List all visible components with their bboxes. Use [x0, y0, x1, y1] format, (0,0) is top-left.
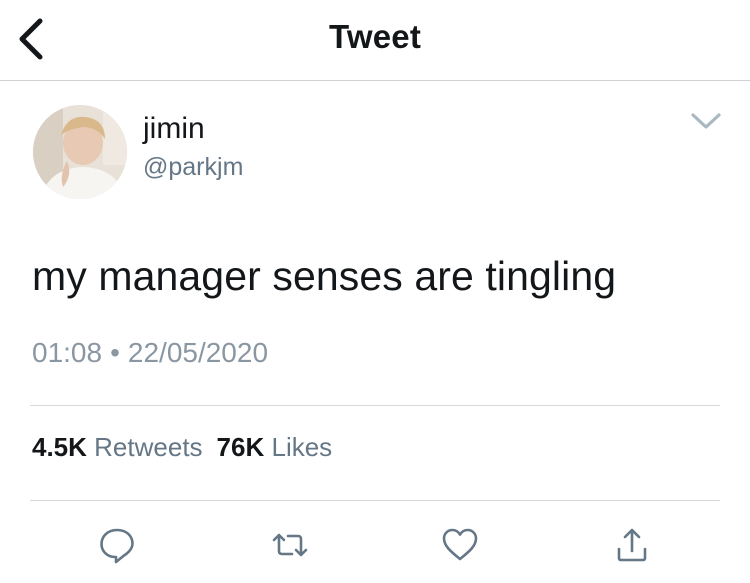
- reply-button[interactable]: [97, 525, 137, 565]
- page-title: Tweet: [328, 18, 422, 55]
- heart-icon: [442, 528, 478, 561]
- share-button[interactable]: [612, 525, 652, 565]
- engagement-stats: 4.5K Retweets 76K Likes: [32, 432, 332, 463]
- stats-divider-top: [30, 405, 720, 406]
- header-bar: Tweet: [0, 0, 750, 80]
- tweet-timestamp[interactable]: 01:08 • 22/05/2020: [32, 337, 268, 369]
- timestamp-separator: •: [110, 337, 120, 368]
- retweets-stat[interactable]: 4.5K Retweets: [32, 432, 203, 462]
- avatar[interactable]: [33, 105, 127, 199]
- likes-count: 76K: [216, 432, 265, 462]
- chevron-down-icon: [691, 113, 721, 129]
- header-divider: [0, 80, 750, 81]
- display-name[interactable]: jimin: [143, 112, 205, 146]
- user-handle[interactable]: @parkjm: [143, 153, 243, 182]
- retweet-button[interactable]: [270, 525, 310, 565]
- retweets-count: 4.5K: [32, 432, 87, 462]
- likes-label: Likes: [271, 432, 333, 462]
- tweet-date: 22/05/2020: [127, 337, 269, 368]
- tweet-text: my manager senses are tingling: [32, 253, 617, 299]
- retweet-icon: [272, 533, 308, 557]
- tweet-time: 01:08: [32, 337, 103, 368]
- stats-divider-bottom: [30, 500, 720, 501]
- reply-icon: [100, 528, 134, 564]
- avatar-photo: [33, 105, 127, 199]
- like-button[interactable]: [440, 525, 480, 565]
- more-options-button[interactable]: [688, 107, 724, 135]
- likes-stat[interactable]: 76K Likes: [217, 432, 333, 462]
- share-icon: [617, 528, 647, 562]
- retweets-label: Retweets: [94, 432, 203, 462]
